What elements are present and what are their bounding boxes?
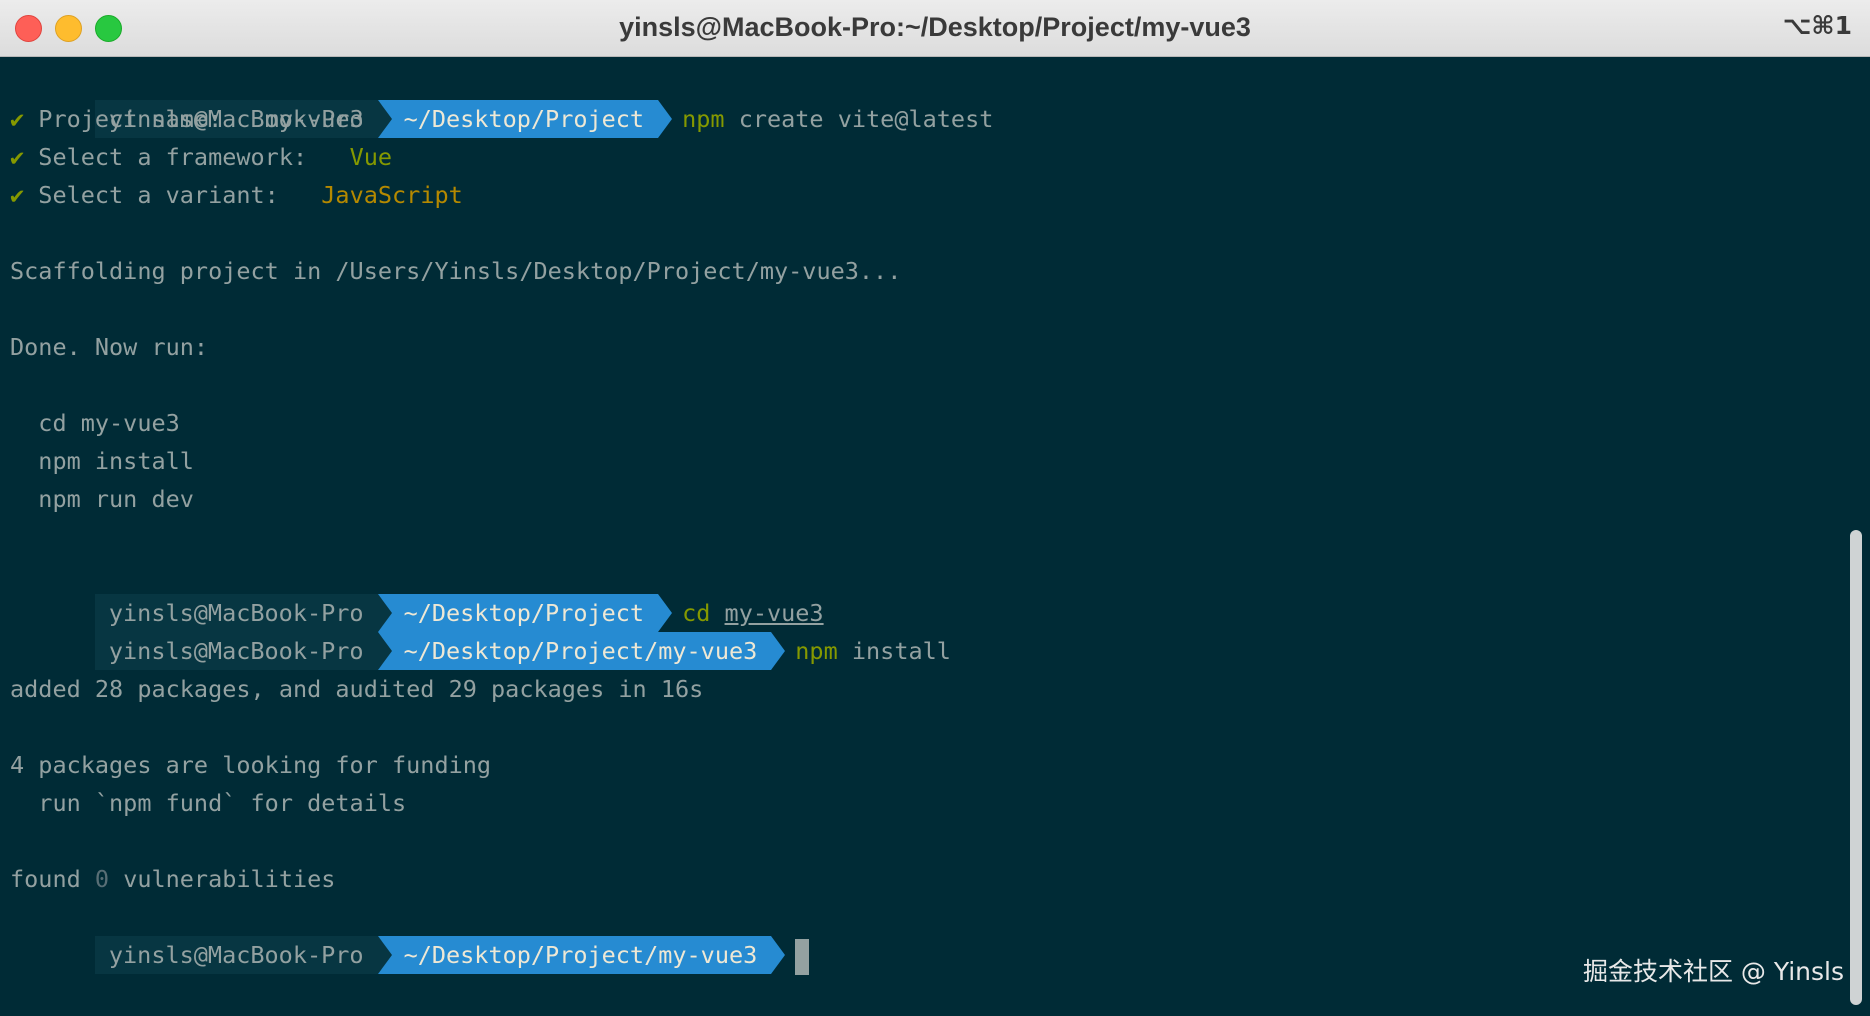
- prompt-answer: Vue: [349, 143, 393, 171]
- prompt-question: Project name:: [24, 105, 265, 133]
- output-line: npm run dev: [10, 485, 194, 513]
- title-bar: yinsls@MacBook-Pro:~/Desktop/Project/my-…: [0, 0, 1870, 57]
- output-line: 4 packages are looking for funding: [10, 751, 492, 779]
- output-line: ✔ Select a framework: Vue: [10, 138, 1830, 176]
- prompt-path: ~/Desktop/Project/my-vue3: [377, 936, 785, 974]
- watermark: 掘金技术社区 @ Yinsls: [1582, 957, 1844, 986]
- output-line: run `npm fund` for details: [10, 789, 407, 817]
- check-icon: ✔: [10, 181, 25, 209]
- vulnerability-count: 0: [94, 865, 110, 893]
- found-prefix: found: [10, 865, 95, 893]
- terminal-output[interactable]: yinsls@MacBook-Pro ~/Desktop/Project npm c…: [10, 62, 1830, 975]
- prompt-answer: my-vue3: [264, 105, 364, 133]
- prompt-user: yinsls@MacBook-Pro: [94, 936, 378, 974]
- check-icon: ✔: [10, 143, 25, 171]
- check-icon: ✔: [10, 105, 25, 133]
- output-line: found 0 vulnerabilities: [10, 860, 1830, 898]
- prompt-line: yinsls@MacBook-Pro ~/Desktop/Project cd my…: [10, 556, 1830, 632]
- output-line: Scaffolding project in /Users/Yinsls/Des…: [10, 257, 902, 285]
- output-line: ✔ Select a variant: JavaScript: [10, 176, 1830, 214]
- output-line: added 28 packages, and audited 29 packag…: [10, 675, 704, 703]
- prompt-answer: JavaScript: [321, 181, 463, 209]
- tab-shortcut-label: ⌥⌘1: [1782, 11, 1852, 40]
- prompt-question: Select a variant:: [24, 181, 322, 209]
- output-line: npm install: [10, 447, 194, 475]
- found-suffix: vulnerabilities: [109, 865, 336, 893]
- scrollbar-thumb[interactable]: [1850, 530, 1862, 1005]
- prompt-question: Select a framework:: [24, 143, 350, 171]
- prompt-line: yinsls@MacBook-Pro ~/Desktop/Project npm c…: [10, 62, 1830, 138]
- text-cursor: [795, 938, 810, 975]
- window-title: yinsls@MacBook-Pro:~/Desktop/Project/my-…: [619, 12, 1251, 42]
- terminal-window: yinsls@MacBook-Pro:~/Desktop/Project/my-…: [0, 0, 1870, 1016]
- prompt-line: yinsls@MacBook-Pro ~/Desktop/Project/my-v…: [10, 898, 1830, 975]
- output-line: Done. Now run:: [10, 333, 209, 361]
- output-line: ✔ Project name: my-vue3: [10, 100, 1830, 138]
- prompt-line: yinsls@MacBook-Pro ~/Desktop/Project/my-v…: [10, 594, 1830, 670]
- output-line: cd my-vue3: [10, 409, 180, 437]
- vertical-scrollbar[interactable]: [1848, 60, 1864, 1010]
